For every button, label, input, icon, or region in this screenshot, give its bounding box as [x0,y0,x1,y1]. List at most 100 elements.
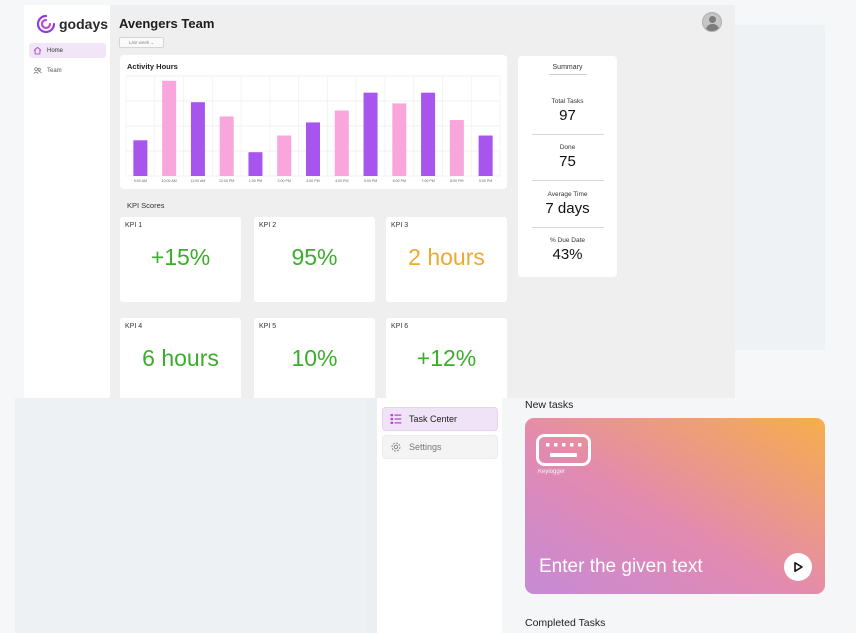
logo-text: godays [59,16,109,32]
kpi-label: KPI 6 [391,323,409,330]
summary-done: Done 75 [518,144,617,170]
kpi-label: KPI 2 [259,222,277,229]
kpi-label: KPI 4 [125,323,143,330]
bar-1-00-pm[interactable] [248,152,263,176]
summary-average-time: Average Time 7 days [518,191,617,217]
summary-label: Done [559,144,576,151]
sidebar-item-label: Settings [409,442,442,452]
summary-value: 43% [552,246,583,263]
summary-due-date: % Due Date 43% [518,237,617,263]
bar-8-00-pm[interactable] [449,120,464,176]
kpi-label: KPI 1 [125,222,143,229]
kpi-heading: KPI Scores [127,201,165,210]
kpi-card-4[interactable]: KPI 4 6 hours [120,318,241,398]
avatar[interactable] [702,12,722,32]
keyboard-icon [536,434,591,466]
summary-value: 97 [559,107,576,124]
mobile-window: Task Center Settings New tasks Keylogger… [367,398,856,633]
summary-title: Summary [552,64,583,71]
activity-hours-chart: 9:00 AM 10:00 AM 11:00 AM 12:00 PM 1:00 PM 2:… [125,75,501,183]
sidebar-item-label: Team [47,67,62,74]
bar-7-00-pm[interactable] [421,92,436,176]
bar-3-00-pm[interactable] [306,122,320,176]
backdrop-panel-right [735,25,825,350]
kpi-value: 2 hours [408,244,485,270]
bar-4-00-pm[interactable] [334,110,349,176]
x-tick-label: 9:00 AM [134,179,147,183]
kpi-value: 95% [291,244,338,270]
kpi-card-1[interactable]: KPI 1 +15% [120,217,241,302]
kpi-value: +12% [416,345,477,371]
summary-card: Summary Total Tasks 97 Done 75 Average T… [518,56,617,277]
mobile-left-edge [367,398,377,633]
date-range-dropdown[interactable]: Last week ⌄ [119,37,164,48]
backdrop-panel-bottom-left [15,398,367,633]
sidebar-item-label: Task Center [409,414,458,424]
gear-icon [391,442,401,452]
x-tick-label: 3:00 PM [306,179,319,183]
bar-6-00-pm[interactable] [392,103,407,176]
task-list-icon [390,414,402,424]
x-tick-label: 5:00 PM [364,179,377,183]
summary-label: % Due Date [549,237,586,244]
kpi-label: KPI 3 [391,222,409,229]
bar-10-00-am[interactable] [162,80,177,176]
kpi-card-2[interactable]: KPI 2 95% [254,217,375,302]
bar-11-00-am[interactable] [190,102,205,176]
summary-value: 75 [559,153,576,170]
page-title: Avengers Team [119,16,215,31]
kpi-card-5[interactable]: KPI 5 10% [254,318,375,398]
task-name: Keylogger [538,469,566,475]
task-card[interactable]: Keylogger Enter the given text [525,418,825,594]
x-tick-label: 12:00 PM [219,179,234,183]
x-tick-label: 10:00 AM [162,179,177,183]
dashboard-sidebar: godays Home Team [24,5,110,398]
bar-12-00-pm[interactable] [219,116,234,176]
x-tick-label: 1:00 PM [249,179,262,183]
summary-label: Average Time [547,191,588,198]
dashboard-window: godays Home Team Avengers Team Last week… [24,5,735,398]
summary-total-tasks: Total Tasks 97 [518,98,617,124]
avatar-head [709,16,716,23]
task-instruction: Enter the given text [539,556,703,577]
x-tick-label: 8:00 PM [450,179,463,183]
logo-swirl-icon [36,14,56,34]
kpi-value: 6 hours [142,345,219,371]
x-tick-label: 2:00 PM [278,179,291,183]
kpi-value: 10% [291,345,338,371]
divider [532,134,604,135]
bar-9-00-pm[interactable] [478,135,493,176]
sidebar-item-task-center[interactable]: Task Center [382,407,498,431]
kpi-value: +15% [150,244,211,270]
completed-tasks-heading: Completed Tasks [525,617,606,629]
kpi-label: KPI 5 [259,323,277,330]
kpi-card-3[interactable]: KPI 3 2 hours [386,217,507,302]
x-tick-label: 4:00 PM [335,179,348,183]
logo[interactable]: godays [36,14,108,34]
bar-2-00-pm[interactable] [277,135,292,176]
team-icon [33,67,42,74]
start-task-button[interactable] [784,553,812,581]
bar-5-00-pm[interactable] [363,92,378,176]
x-tick-label: 6:00 PM [393,179,406,183]
sidebar-item-label: Home [47,47,64,54]
new-tasks-heading: New tasks [525,399,574,411]
bar-9-00-am[interactable] [133,140,148,176]
home-icon [33,46,42,55]
divider [532,227,604,228]
summary-value: 7 days [545,200,590,217]
kpi-card-6[interactable]: KPI 6 +12% [386,318,507,398]
avatar-body [706,24,719,31]
play-icon [794,562,803,572]
activity-hours-card: Activity Hours 9:00 AM 10:00 AM 11:00 AM 12… [120,55,507,189]
mobile-sidebar: Task Center Settings [377,398,502,633]
x-tick-label: 9:00 PM [479,179,492,183]
sidebar-item-settings[interactable]: Settings [382,435,498,459]
sidebar-item-team[interactable]: Team [29,63,106,78]
sidebar-item-home[interactable]: Home [29,43,106,58]
divider [549,74,587,75]
x-tick-label: 11:00 AM [190,179,205,183]
divider [532,180,604,181]
summary-label: Total Tasks [551,98,584,105]
x-tick-label: 7:00 PM [421,179,434,183]
